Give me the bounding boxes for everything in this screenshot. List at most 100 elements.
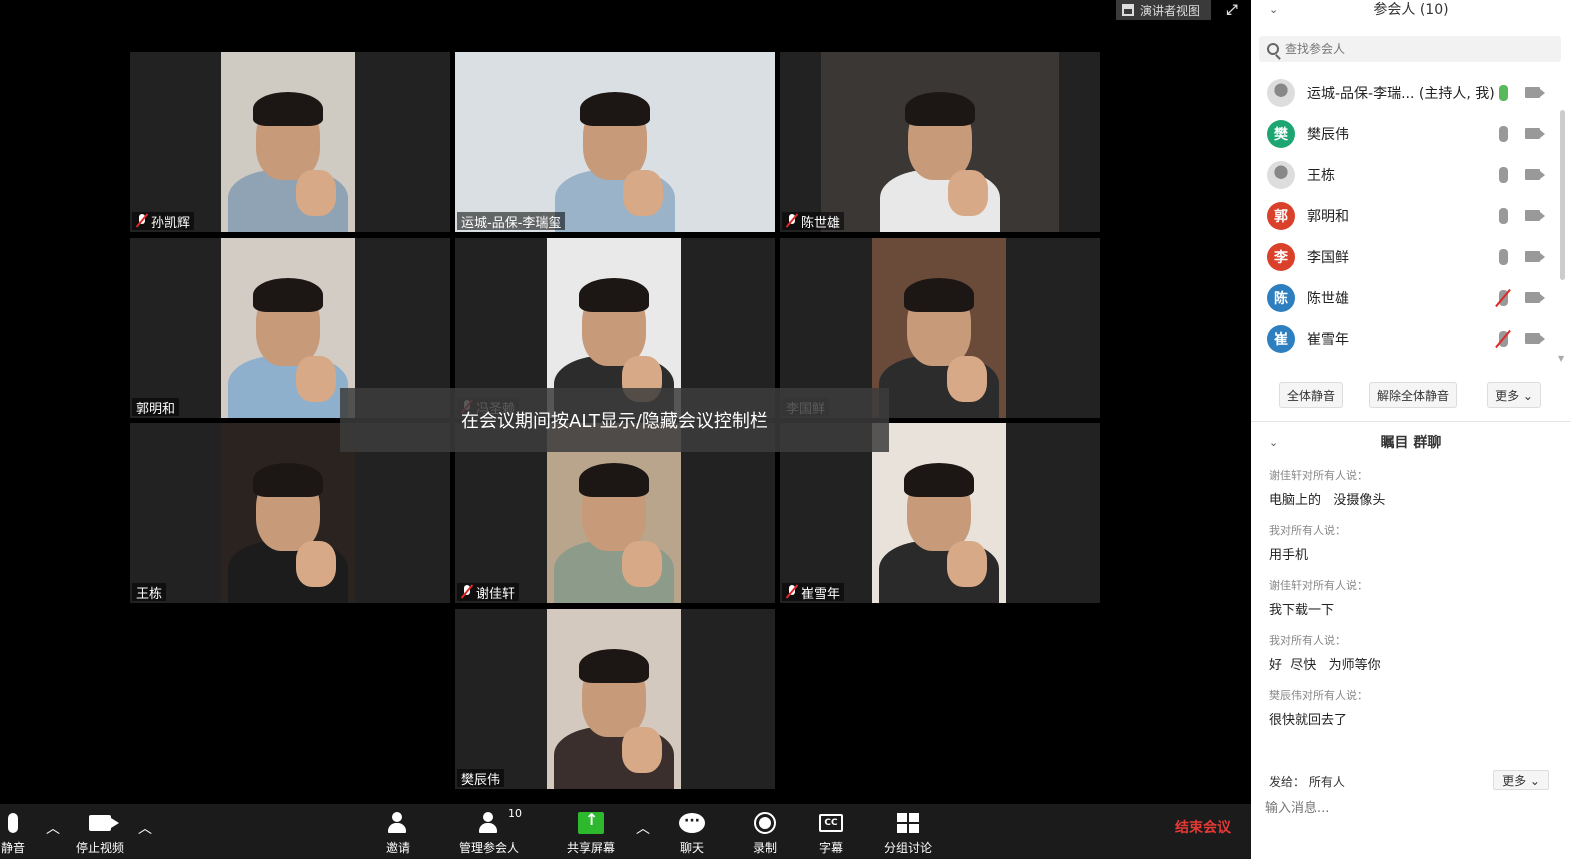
participant-name: 樊辰伟 [461,772,501,788]
participant-row-name: 李国鲜 [1307,249,1349,266]
video-options-caret[interactable]: ︿ [138,818,152,838]
participant-row[interactable]: 崔崔雪年 [1251,318,1561,359]
muted-mic-icon [786,214,798,228]
camera-icon[interactable] [1525,87,1545,98]
camera-icon[interactable] [1525,333,1545,344]
participant-name: 崔雪年 [801,586,841,602]
avatar: 李 [1267,242,1295,271]
participant-name-label: 孙凯辉 [132,212,195,231]
share-options-caret[interactable]: ︿ [636,818,650,838]
speaker-view-icon [1122,4,1134,16]
participant-row[interactable]: 郭郭明和 [1251,195,1561,236]
chat-more-button[interactable]: 更多 ⌄ [1493,770,1549,790]
participant-name: 王栋 [136,586,163,602]
participant-name-label: 王栋 [132,583,167,602]
stop-video-button[interactable]: 停止视频 [72,808,128,856]
share-screen-icon [578,810,604,834]
end-meeting-button[interactable]: 结束会议 [1175,817,1231,837]
video-feed [221,238,355,418]
captions-button[interactable]: CC 字幕 [815,808,847,856]
chat-title: 瞩目 群聊 [1380,435,1442,451]
avatar [1267,78,1295,107]
chat-message-text: 很快就回去了 [1269,713,1348,728]
mute-all-button[interactable]: 全体静音 [1279,382,1343,408]
record-button[interactable]: 录制 [749,808,781,856]
unmute-all-button[interactable]: 解除全体静音 [1369,382,1457,408]
participant-row-name: 王栋 [1307,167,1335,184]
chat-message-text: 电脑上的 没摄像头 [1269,493,1386,508]
video-feed [547,609,681,789]
audio-options-caret[interactable]: ︿ [46,818,60,838]
fullscreen-icon[interactable]: ⤢ [1224,0,1240,20]
chat-message-text: 好 尽快 为师等你 [1269,658,1381,673]
participant-name: 谢佳轩 [476,586,516,602]
chat-button[interactable]: 聊天 [676,808,708,856]
camera-icon[interactable] [1525,251,1545,262]
send-to-label: 发给： [1269,775,1306,789]
participant-name-label: 谢佳轩 [457,583,520,602]
scroll-down-arrow-icon[interactable]: ▼ [1558,354,1564,363]
camera-icon[interactable] [1525,128,1545,139]
microphone-icon[interactable] [1499,166,1508,183]
captions-icon: CC [819,814,843,832]
chat-message-sender: 我对所有人说： [1269,634,1346,647]
camera-icon[interactable] [1525,292,1545,303]
video-tile[interactable]: 樊辰伟 [455,609,775,789]
video-feed [221,423,355,603]
video-feed [872,238,1006,418]
breakout-rooms-button[interactable]: 分组讨论 [880,808,936,856]
camera-icon[interactable] [1525,210,1545,221]
avatar: 郭 [1267,201,1295,230]
muted-mic-icon[interactable] [1499,330,1508,347]
avatar: 樊 [1267,119,1295,148]
participant-list-scrollbar[interactable] [1560,110,1565,280]
chat-message: 谢佳轩对所有人说： 电脑上的 没摄像头 [1269,467,1385,508]
participant-row[interactable]: 陈陈世雄 [1251,277,1561,318]
microphone-icon[interactable] [1499,248,1508,265]
collapse-chevron-icon[interactable]: ⌄ [1269,3,1278,16]
participants-icon [478,812,500,834]
muted-mic-icon[interactable] [1499,289,1508,306]
speaker-view-label: 演讲者视图 [1140,3,1201,18]
camera-icon[interactable] [1525,169,1545,180]
video-tile[interactable]: 陈世雄 [780,52,1100,232]
alt-tip-overlay: 在会议期间按ALT显示/隐藏会议控制栏 [340,388,889,452]
record-icon [754,812,776,834]
chat-message-sender: 谢佳轩对所有人说： [1269,579,1368,592]
participant-row[interactable]: 王栋 [1251,154,1561,195]
participant-name-label: 运城-品保-李瑞玺 [457,212,566,231]
search-icon [1267,43,1279,55]
participant-row-name: 陈世雄 [1307,290,1349,307]
participant-name-label: 樊辰伟 [457,769,505,788]
invite-button[interactable]: 邀请 [380,808,416,856]
avatar [1267,160,1295,189]
microphone-icon[interactable] [1499,84,1508,101]
chat-message: 我对所有人说： 好 尽快 为师等你 [1269,632,1381,673]
chat-message-sender: 樊辰伟对所有人说： [1269,689,1368,702]
manage-participants-button[interactable]: 10 管理参会人 [456,807,522,856]
muted-mic-icon [461,585,473,599]
chat-collapse-chevron-icon[interactable]: ⌄ [1269,436,1278,449]
mute-button[interactable]: 静音 [0,808,30,856]
microphone-icon[interactable] [1499,207,1508,224]
speaker-view-button[interactable]: 演讲者视图 [1116,0,1211,20]
chat-message-input[interactable] [1265,796,1555,820]
send-to-value[interactable]: 所有人 [1309,775,1345,789]
participant-row[interactable]: 李李国鲜 [1251,236,1561,277]
participant-row[interactable]: 运城-品保-李瑞... (主持人, 我) [1251,72,1561,113]
meeting-window: 演讲者视图 ⤢ 孙凯辉运城-品保-李瑞玺陈世雄郭明和冯圣赖李国鲜王栋谢佳轩崔雪年… [0,0,1571,859]
participants-more-button[interactable]: 更多 ⌄ [1487,382,1541,408]
video-tile[interactable]: 孙凯辉 [130,52,450,232]
microphone-icon[interactable] [1499,125,1508,142]
avatar: 崔 [1267,324,1295,353]
video-tile[interactable]: 运城-品保-李瑞玺 [455,52,775,232]
participant-search-input[interactable] [1285,42,1545,56]
participant-list: 运城-品保-李瑞... (主持人, 我) 樊樊辰伟 王栋郭郭明和李李国鲜陈陈世雄崔崔… [1251,72,1561,359]
participant-name: 运城-品保-李瑞玺 [461,215,562,231]
participant-row[interactable]: 樊樊辰伟 [1251,113,1561,154]
participants-title: 参会人 (10) [1373,2,1449,18]
participant-row-name: 运城-品保-李瑞... (主持人, 我) [1307,85,1495,102]
participant-search[interactable] [1259,36,1561,62]
participant-name-label: 崔雪年 [782,583,845,602]
share-screen-button[interactable]: 共享屏幕 [563,808,619,856]
